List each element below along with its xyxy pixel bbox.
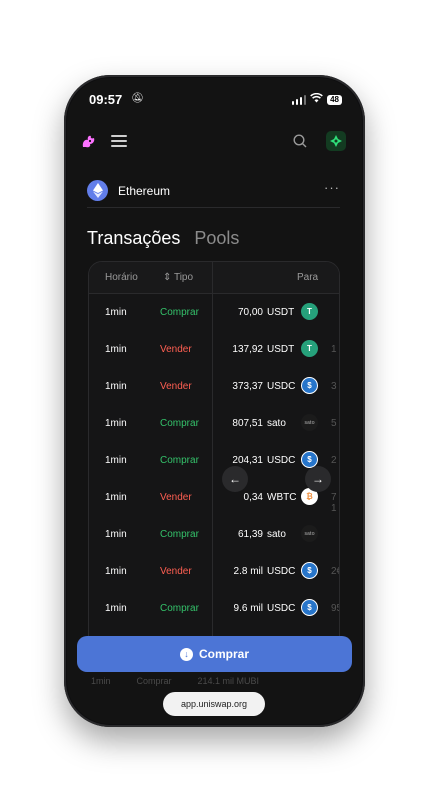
table-row[interactable]: 1min Vender 373,37 USDC $3 [89,368,339,405]
row-time: 1min [105,603,127,614]
row-time: 1min [105,344,127,355]
scroll-left-button[interactable]: ← [222,466,248,492]
more-options-icon[interactable]: ··· [324,180,340,195]
token-icon: $ [301,377,318,394]
row-amount: 373,37 [232,381,263,392]
status-time: 09:57 [89,92,123,107]
row-amount: 204,31 [232,455,263,466]
row-amount: 2.8 mil [233,566,263,577]
peek-row-amount: 214.1 mil MUBI [197,676,260,686]
token-icon: T [301,340,318,357]
table-row[interactable]: 1min Comprar 807,51 sato sato 5 [89,405,339,442]
table-row[interactable]: 1min Vender 137,92 USDT T 1 [89,331,339,368]
battery-indicator: 48 [327,94,342,105]
row-next-value: 3 [331,381,337,392]
row-next-value: 1 [331,344,337,355]
row-next-value: 5 [331,418,337,429]
row-next-value: 2 [331,455,337,466]
row-amount: 61,39 [237,529,263,540]
row-symbol: USDC [267,603,296,614]
buy-button[interactable]: ↓ Comprar [77,636,352,672]
arrow-down-circle-icon: ↓ [179,647,193,661]
uniswap-logo-icon[interactable] [80,132,98,150]
signal-icon [291,94,307,105]
row-amount: 807,51 [232,418,263,429]
wifi-icon [310,92,323,106]
row-symbol: sato [267,529,286,540]
bell-muted-icon: 🔕︎ [131,93,144,104]
table-row[interactable]: 1min Vender 0,34 WBTC ₿ 7 1 [89,479,339,516]
row-symbol: sato [267,418,286,429]
row-time: 1min [105,492,127,503]
peek-row-type: Comprar [136,676,172,686]
top-nav [67,130,362,154]
token-icon: sato [301,414,318,431]
token-icon: $ [301,562,318,579]
row-symbol: WBTC [267,492,297,503]
peek-row-time: 1min [91,676,111,686]
table-header: Horário ⇕ Tipo Para [89,262,339,294]
status-bar: 09:57 🔕︎ 48 [67,90,362,110]
row-next-value: 2€ [331,566,339,577]
browser-url-bar[interactable]: app.uniswap.org [163,692,265,716]
hamburger-menu-icon[interactable] [111,135,127,147]
app-screen: 09:57 🔕︎ 48 Ethereum ··· Transações Pool… [67,78,362,724]
table-row[interactable]: 1minVender2.8 milUSDC$2€ [89,553,339,590]
header-to: Para [297,272,319,283]
account-avatar-icon[interactable] [326,131,346,151]
peek-row: 1min Comprar 214.1 mil MUBI [91,676,332,686]
row-symbol: USDC [267,381,296,392]
network-name: Ethereum [118,184,171,198]
header-type[interactable]: ⇕ Tipo [163,272,193,283]
row-next-value: 7 1 [331,492,337,514]
row-symbol: USDT [267,344,295,355]
row-time: 1min [105,307,127,318]
row-amount: 137,92 [232,344,263,355]
phone-frame: 09:57 🔕︎ 48 Ethereum ··· Transações Pool… [64,75,365,727]
table-row[interactable]: 1min Comprar 70,00 USDT T [89,294,339,331]
buy-button-label: Comprar [198,647,249,661]
header-time[interactable]: Horário [105,272,138,283]
row-time: 1min [105,418,127,429]
tab-transactions[interactable]: Transações [87,228,180,248]
row-time: 1min [105,381,127,392]
search-icon[interactable] [292,133,308,149]
row-time: 1min [105,455,127,466]
row-amount: 9.6 mil [233,603,263,614]
row-symbol: USDC [267,566,296,577]
network-row[interactable]: Ethereum ··· [87,178,340,208]
token-icon: sato [301,525,318,542]
row-symbol: USDT [267,307,295,318]
table-row[interactable]: 1minComprar9.6 milUSDC$95 [89,590,339,627]
token-icon: T [301,303,318,320]
status-icons: 48 [291,92,342,106]
row-symbol: USDC [267,455,296,466]
tabs: Transações Pools [87,228,239,249]
transactions-table[interactable]: Horário ⇕ Tipo Para 1min Comprar 70,00 USDT… [88,261,340,661]
table-row[interactable]: 1min Comprar 61,39 sato sato [89,516,339,553]
row-amount: 70,00 [237,307,263,318]
row-time: 1min [105,566,127,577]
row-amount: 0,34 [243,492,263,503]
row-time: 1min [105,529,127,540]
table-row[interactable]: 1min Comprar 204,31 USDC $2 [89,442,339,479]
row-next-value: 95 [331,603,339,614]
tab-pools[interactable]: Pools [194,228,239,248]
ethereum-icon [87,180,108,201]
token-icon: $ [301,599,318,616]
scroll-right-button[interactable]: → [305,466,331,492]
